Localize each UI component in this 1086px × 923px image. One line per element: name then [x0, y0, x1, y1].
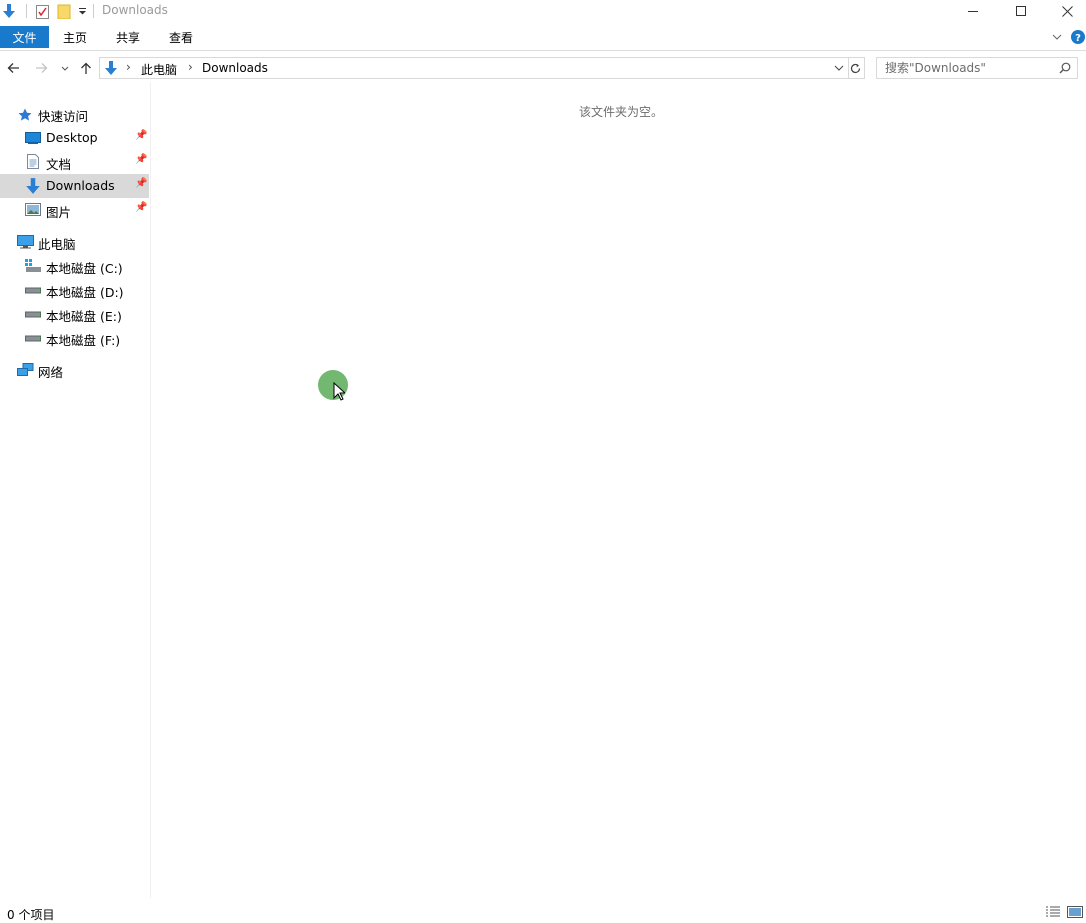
nav-label: 快速访问	[38, 109, 89, 124]
desktop-icon	[25, 132, 41, 144]
nav-item-downloads[interactable]: Downloads 📌	[0, 174, 149, 198]
mouse-cursor-icon	[333, 382, 345, 401]
breadcrumb-downloads[interactable]: Downloads	[202, 61, 268, 75]
arrow-up-icon	[81, 62, 91, 74]
documents-icon	[27, 154, 39, 169]
breadcrumb-separator[interactable]: ›	[188, 60, 193, 74]
pin-icon: 📌	[135, 178, 148, 189]
back-button[interactable]	[2, 56, 24, 80]
network-icon	[17, 363, 34, 376]
nav-drive-c[interactable]: 本地磁盘 (C:)	[0, 254, 149, 278]
recent-locations-button[interactable]	[58, 56, 72, 80]
search-icon[interactable]	[1059, 62, 1071, 74]
nav-label: 本地磁盘 (F:)	[46, 333, 121, 348]
computer-icon	[17, 235, 34, 249]
nav-label: Downloads	[46, 178, 115, 193]
close-button[interactable]	[1044, 0, 1086, 22]
nav-quick-access[interactable]: 快速访问	[0, 102, 149, 126]
item-count: 0 个项目	[7, 908, 55, 922]
chevron-down-icon	[61, 66, 69, 71]
status-bar: 0 个项目	[0, 898, 1086, 922]
arrow-left-icon	[7, 63, 19, 73]
breadcrumb-separator[interactable]: ›	[126, 60, 131, 74]
empty-folder-message: 该文件夹为空。	[579, 105, 664, 119]
properties-icon[interactable]	[33, 0, 51, 22]
file-list[interactable]	[151, 82, 1086, 898]
pin-icon: 📌	[135, 154, 148, 165]
minimize-button[interactable]	[950, 0, 996, 22]
help-icon: ?	[1071, 30, 1085, 44]
nav-drive-d[interactable]: 本地磁盘 (D:)	[0, 278, 149, 302]
details-view-icon	[1046, 906, 1060, 917]
navigation-bar: › 此电脑 › Downloads	[0, 56, 1086, 82]
downloads-arrow-icon	[105, 61, 117, 75]
refresh-button[interactable]	[847, 57, 865, 79]
up-button[interactable]	[76, 56, 96, 80]
nav-label: 本地磁盘 (C:)	[46, 261, 123, 276]
window-title: Downloads	[102, 3, 168, 17]
large-icons-view-icon	[1067, 906, 1083, 918]
nav-label: 文档	[46, 157, 72, 172]
nav-network[interactable]: 网络	[0, 358, 149, 382]
forward-button[interactable]	[30, 56, 52, 80]
nav-drive-e[interactable]: 本地磁盘 (E:)	[0, 302, 149, 326]
maximize-button[interactable]	[998, 0, 1044, 22]
details-view-button[interactable]	[1045, 906, 1061, 918]
drive-icon	[25, 287, 41, 294]
pin-icon: 📌	[135, 202, 148, 213]
title-bar: Downloads	[0, 0, 1086, 22]
downloads-arrow-icon	[0, 0, 18, 22]
arrow-right-icon	[35, 63, 47, 73]
navigation-pane: 快速访问 Desktop 📌 文档 📌 Downloads 📌 图片 📌 此电脑…	[0, 100, 150, 898]
nav-drive-f[interactable]: 本地磁盘 (F:)	[0, 326, 149, 350]
chevron-down-icon	[1052, 34, 1062, 40]
tab-home[interactable]: 主页	[54, 26, 96, 48]
expand-ribbon-button[interactable]	[1048, 26, 1066, 48]
nav-this-pc[interactable]: 此电脑	[0, 230, 149, 254]
nav-label: 图片	[46, 205, 72, 220]
address-bar[interactable]: › 此电脑 › Downloads	[99, 57, 849, 79]
nav-item-desktop[interactable]: Desktop 📌	[0, 126, 149, 150]
new-folder-icon[interactable]	[55, 0, 73, 22]
chevron-down-icon[interactable]	[834, 65, 844, 71]
nav-label: 此电脑	[38, 237, 76, 252]
nav-item-pictures[interactable]: 图片 📌	[0, 198, 149, 222]
search-box[interactable]	[876, 57, 1078, 79]
breadcrumb-this-pc[interactable]: 此电脑	[141, 61, 177, 78]
customize-toolbar-icon[interactable]	[75, 0, 89, 22]
nav-label: 本地磁盘 (D:)	[46, 285, 124, 300]
nav-label: Desktop	[46, 130, 98, 145]
tab-share[interactable]: 共享	[107, 26, 149, 48]
nav-label: 网络	[38, 365, 64, 380]
tab-view[interactable]: 查看	[160, 26, 202, 48]
large-icons-view-button[interactable]	[1067, 906, 1083, 918]
windows-drive-icon	[25, 259, 41, 272]
divider	[25, 0, 27, 22]
pin-icon: 📌	[135, 130, 148, 141]
star-icon	[18, 108, 32, 121]
divider	[92, 0, 94, 22]
tab-file[interactable]: 文件	[0, 26, 49, 48]
drive-icon	[25, 311, 41, 318]
search-input[interactable]	[885, 60, 1055, 76]
nav-label: 本地磁盘 (E:)	[46, 309, 122, 324]
downloads-arrow-icon	[26, 178, 40, 194]
refresh-icon	[850, 63, 861, 73]
svg-text:?: ?	[1075, 33, 1081, 44]
drive-icon	[25, 335, 41, 342]
ribbon-tabs: 文件 主页 共享 查看 ?	[0, 26, 1086, 51]
help-button[interactable]: ?	[1070, 26, 1086, 48]
nav-item-documents[interactable]: 文档 📌	[0, 150, 149, 174]
pictures-icon	[25, 203, 41, 216]
